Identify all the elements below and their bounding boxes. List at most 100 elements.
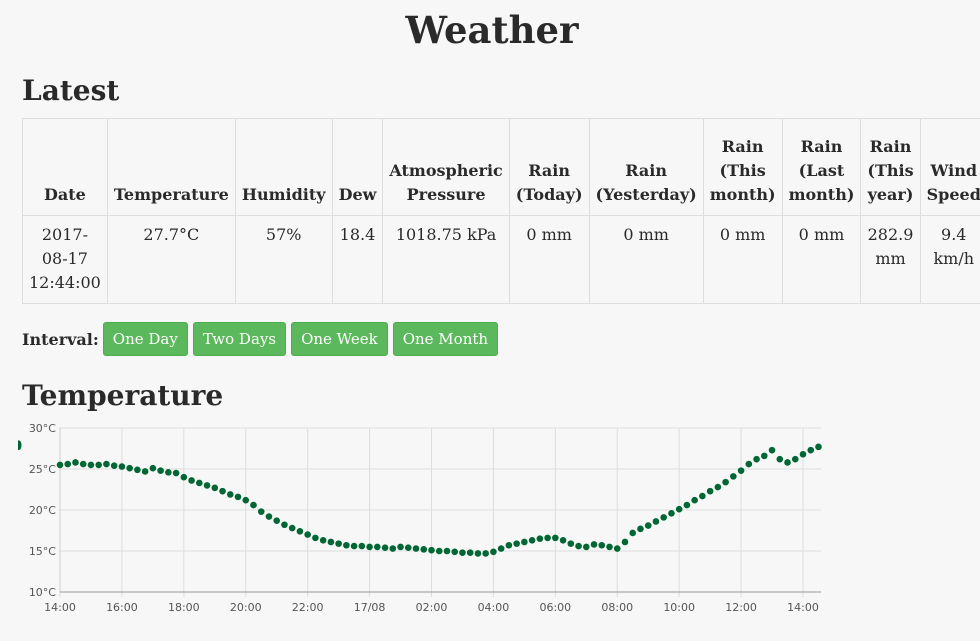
temperature-data-point bbox=[126, 464, 133, 472]
temperature-data-point bbox=[784, 459, 791, 466]
temperature-data-point bbox=[141, 468, 149, 475]
y-tick-label: 25°C bbox=[29, 463, 56, 476]
x-tick-label: 08:00 bbox=[601, 601, 633, 614]
temperature-data-point bbox=[358, 542, 366, 550]
cell-rain-this-month: 0 mm bbox=[702, 215, 783, 304]
header-date: Date bbox=[22, 118, 108, 216]
temperature-data-point bbox=[497, 545, 505, 552]
cell-wind-speed: 9.4 km/h bbox=[919, 215, 980, 304]
cell-rain-this-year: 282.9 mm bbox=[860, 215, 921, 304]
temperature-data-point bbox=[490, 548, 497, 556]
x-tick-label: 06:00 bbox=[539, 601, 571, 614]
temperature-data-point bbox=[234, 493, 242, 501]
temperature-data-point bbox=[706, 487, 714, 495]
temperature-data-point bbox=[79, 460, 87, 468]
temperature-data-point bbox=[257, 508, 265, 515]
temperature-data-point bbox=[134, 466, 141, 474]
temperature-data-point bbox=[815, 443, 822, 451]
x-tick-label: 04:00 bbox=[478, 601, 510, 614]
temperature-data-point bbox=[335, 540, 342, 547]
temperature-data-point bbox=[273, 517, 281, 524]
x-tick-label: 18:00 bbox=[168, 601, 200, 614]
temperature-data-point bbox=[312, 534, 319, 542]
temperature-data-point bbox=[196, 479, 203, 487]
temperature-data-point bbox=[110, 462, 118, 470]
temperature-data-point bbox=[242, 496, 250, 504]
temperature-data-point bbox=[466, 549, 474, 556]
one-month-button[interactable]: One Month bbox=[392, 322, 499, 356]
table-header-row: Date Temperature Humidity Dew Atmospheri… bbox=[22, 118, 980, 216]
interval-label: Interval: bbox=[22, 329, 99, 349]
temperature-data-point bbox=[606, 543, 613, 551]
temperature-data-point bbox=[730, 473, 737, 480]
temperature-data-point bbox=[737, 467, 745, 474]
cell-rain-today: 0 mm bbox=[508, 215, 590, 304]
temperature-data-point bbox=[389, 545, 397, 552]
temperature-data-point bbox=[745, 460, 753, 468]
temperature-data-point bbox=[699, 492, 706, 500]
temperature-data-point bbox=[157, 467, 164, 474]
temperature-data-point bbox=[366, 543, 373, 551]
cell-rain-yesterday: 0 mm bbox=[588, 215, 704, 304]
cell-dew: 18.4 bbox=[331, 215, 384, 304]
temperature-data-point bbox=[443, 547, 451, 555]
cell-humidity: 57% bbox=[234, 215, 333, 304]
temperature-section-title: Temperature bbox=[22, 379, 224, 412]
temperature-data-point bbox=[435, 547, 443, 555]
page-title: Weather bbox=[405, 8, 579, 52]
temperature-data-point bbox=[203, 482, 211, 489]
temperature-data-point bbox=[118, 463, 126, 470]
temperature-data-point bbox=[165, 468, 172, 476]
header-humidity: Humidity bbox=[234, 118, 333, 216]
temperature-data-point bbox=[791, 455, 799, 463]
x-tick-label: 12:00 bbox=[725, 601, 757, 614]
temperature-data-point bbox=[474, 550, 482, 557]
temperature-data-point bbox=[103, 460, 110, 468]
header-wind-speed: Wind Speed bbox=[919, 118, 980, 216]
temperature-data-point bbox=[180, 473, 188, 481]
y-tick-label: 30°C bbox=[29, 422, 56, 435]
temperature-data-point bbox=[567, 540, 575, 547]
temperature-data-point bbox=[56, 461, 64, 469]
x-tick-label: 10:00 bbox=[663, 601, 695, 614]
temperature-data-point bbox=[211, 484, 219, 492]
temperature-data-point bbox=[265, 513, 273, 520]
temperature-data-point bbox=[660, 514, 667, 521]
temperature-data-point bbox=[753, 455, 760, 463]
header-rain-this-year: Rain (This year) bbox=[860, 118, 921, 216]
temperature-data-point bbox=[552, 534, 559, 542]
one-day-button[interactable]: One Day bbox=[102, 322, 188, 356]
cell-atmospheric-pressure: 1018.75 kPa bbox=[382, 215, 510, 304]
temperature-data-point bbox=[404, 544, 412, 552]
temperature-data-point bbox=[250, 501, 257, 509]
temperature-data-point bbox=[281, 521, 288, 529]
x-tick-label: 14:00 bbox=[44, 601, 76, 614]
temperature-data-point bbox=[691, 496, 698, 504]
temperature-data-point bbox=[219, 487, 226, 495]
temperature-data-point bbox=[451, 548, 459, 556]
temperature-data-point bbox=[761, 452, 768, 460]
two-days-button[interactable]: Two Days bbox=[192, 322, 287, 356]
temperature-data-point bbox=[513, 540, 520, 547]
temperature-data-point bbox=[288, 524, 296, 532]
temperature-data-point bbox=[590, 541, 598, 548]
temperature-data-point bbox=[304, 531, 311, 538]
temperature-data-point bbox=[482, 550, 489, 557]
temperature-data-point bbox=[459, 549, 466, 556]
one-week-button[interactable]: One Week bbox=[291, 322, 388, 356]
temperature-data-point bbox=[226, 491, 234, 498]
temperature-data-point bbox=[722, 478, 729, 486]
header-dew: Dew bbox=[331, 118, 384, 216]
temperature-data-point bbox=[350, 542, 358, 550]
temperature-data-point bbox=[72, 459, 79, 466]
temperature-data-point bbox=[521, 538, 528, 546]
x-tick-label: 02:00 bbox=[416, 601, 448, 614]
header-temperature: Temperature bbox=[106, 118, 236, 216]
x-tick-label: 16:00 bbox=[106, 601, 138, 614]
temperature-data-point bbox=[776, 455, 784, 463]
table-row: 2017-08-17 12:44:00 27.7°C 57% 18.4 1018… bbox=[22, 215, 980, 304]
temperature-data-point bbox=[799, 450, 807, 458]
temperature-data-point bbox=[807, 446, 815, 454]
temperature-data-point bbox=[397, 543, 404, 551]
x-tick-label: 17/08 bbox=[354, 601, 386, 614]
